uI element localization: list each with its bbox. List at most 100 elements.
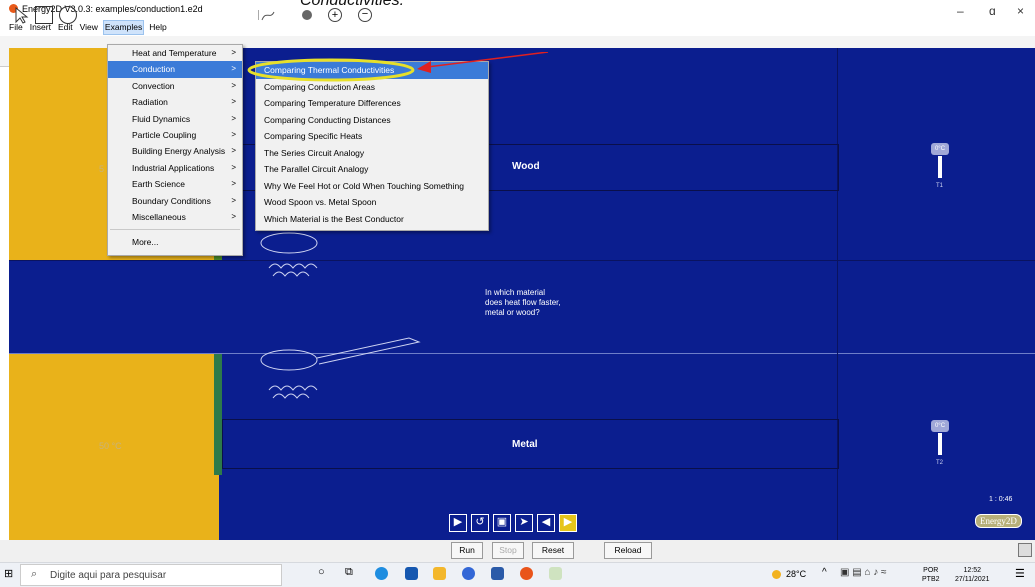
submenu-item[interactable]: The Parallel Circuit Analogy xyxy=(256,161,488,178)
search-icon: ⌕ xyxy=(31,568,38,580)
menu-item-label: Particle Coupling xyxy=(132,129,197,140)
tray-chevron-icon[interactable]: ^ xyxy=(822,567,827,578)
submenu-item[interactable]: Comparing Specific Heats xyxy=(256,128,488,145)
graph-tool-icon[interactable] xyxy=(257,8,278,28)
pointer-icon[interactable]: ➤ xyxy=(515,514,533,532)
menu-item-boundary-conditions[interactable]: Boundary Conditions > xyxy=(108,193,242,209)
submenu-item[interactable]: The Series Circuit Analogy xyxy=(256,145,488,162)
menu-item-fluid-dynamics[interactable]: Fluid Dynamics > xyxy=(108,111,242,127)
question-note: In which material does heat flow faster,… xyxy=(485,288,561,318)
mail-icon[interactable] xyxy=(405,567,418,580)
menu-item-industrial[interactable]: Industrial Applications > xyxy=(108,160,242,176)
menu-item-conduction[interactable]: Conduction > xyxy=(108,61,242,78)
menu-help[interactable]: Help xyxy=(148,21,167,34)
menu-item-label: Fluid Dynamics xyxy=(132,113,191,124)
weather-temp[interactable]: 28°C xyxy=(786,569,806,579)
question-line: In which material xyxy=(485,288,546,297)
menu-item-earth-science[interactable]: Earth Science > xyxy=(108,176,242,192)
figure-caption: Conductivities. xyxy=(300,0,405,9)
submenu-item[interactable]: Comparing Conducting Distances xyxy=(256,112,488,129)
menu-item-label: Radiation xyxy=(132,97,168,108)
rectangle-tool-icon[interactable] xyxy=(35,6,53,24)
minimize-button[interactable]: – xyxy=(957,4,964,18)
language-code: POR xyxy=(923,567,939,574)
language-indicator[interactable]: POR PTB2 xyxy=(922,566,940,584)
chevron-right-icon: > xyxy=(231,113,236,123)
app-icon[interactable] xyxy=(491,567,504,580)
clock-date: 27/11/2021 xyxy=(955,576,990,583)
menu-item-miscellaneous[interactable]: Miscellaneous > xyxy=(108,209,242,225)
submenu-item[interactable]: Why We Feel Hot or Cold When Touching So… xyxy=(256,178,488,195)
close-button[interactable]: × xyxy=(1017,4,1024,18)
chevron-right-icon: > xyxy=(231,162,236,172)
menu-view[interactable]: View xyxy=(79,21,99,34)
energy2d-logo: Energy2D xyxy=(975,514,1022,528)
snapshot-icon[interactable]: ▣ xyxy=(493,514,511,532)
paint-icon[interactable] xyxy=(549,567,562,580)
windows-start-icon[interactable]: ⊞ xyxy=(4,567,13,580)
notification-icon[interactable]: ☰ xyxy=(1015,567,1025,580)
energy2d-taskbar-icon[interactable] xyxy=(520,567,533,580)
clock[interactable]: 12:52 27/11/2021 xyxy=(955,566,990,584)
temp-label-bottom: 50 °C xyxy=(99,441,122,451)
cortana-icon[interactable]: ○ xyxy=(318,566,325,578)
zoom-out-icon[interactable]: − xyxy=(358,8,372,22)
question-line: does heat flow faster, xyxy=(485,298,561,307)
question-line: metal or wood? xyxy=(485,308,540,317)
menu-item-label: Heat and Temperature xyxy=(132,48,217,58)
taskbar-search-input[interactable]: ⌕ Digite aqui para pesquisar xyxy=(20,564,282,586)
chevron-right-icon: > xyxy=(231,64,236,74)
menu-item-heat-temperature[interactable]: Heat and Temperature > xyxy=(108,45,242,61)
chevron-right-icon: > xyxy=(231,146,236,156)
edge-browser-icon[interactable] xyxy=(375,567,388,580)
grid-line xyxy=(9,260,1035,261)
reset-icon[interactable]: ↺ xyxy=(471,514,489,532)
menu-item-building-energy[interactable]: Building Energy Analysis > xyxy=(108,143,242,159)
menu-item-particle-coupling[interactable]: Particle Coupling > xyxy=(108,127,242,143)
chevron-right-icon: > xyxy=(231,48,236,57)
select-tool-icon[interactable] xyxy=(12,5,32,25)
grid-line xyxy=(9,353,1035,354)
menu-item-label: Convection xyxy=(132,80,175,91)
back-icon[interactable]: ◀ xyxy=(537,514,555,532)
annotation-overlay xyxy=(247,52,549,82)
chevron-right-icon: > xyxy=(231,179,236,189)
elapsed-time: 1 : 0:46 xyxy=(989,496,1013,503)
submenu-item[interactable]: Comparing Temperature Differences xyxy=(256,95,488,112)
sensor-tool-icon[interactable] xyxy=(302,10,312,20)
menu-item-label: Miscellaneous xyxy=(132,211,186,222)
stop-button[interactable]: Stop xyxy=(492,542,524,559)
reset-button[interactable]: Reset xyxy=(532,542,574,559)
submenu-item[interactable]: Which Material is the Best Conductor xyxy=(256,211,488,228)
temp-label-top: 5 xyxy=(99,164,105,174)
ellipse-tool-icon[interactable] xyxy=(59,6,77,24)
forward-icon[interactable]: ▶ xyxy=(559,514,577,532)
sensor1-icon[interactable] xyxy=(938,156,942,178)
clock-time: 12:52 xyxy=(963,567,982,574)
menu-bar: File Insert Edit View Examples Help xyxy=(0,20,1035,35)
menu-item-convection[interactable]: Convection > xyxy=(108,78,242,94)
maximize-button[interactable]: ɑ xyxy=(989,4,996,18)
menu-examples[interactable]: Examples xyxy=(102,20,145,35)
menu-separator xyxy=(110,229,240,231)
reload-button[interactable]: Reload xyxy=(604,542,652,559)
highlight-ring xyxy=(247,58,415,82)
file-explorer-icon[interactable] xyxy=(433,567,446,580)
menu-item-more[interactable]: More... xyxy=(108,234,242,250)
chevron-right-icon: > xyxy=(231,80,236,90)
grid-toggle-icon[interactable] xyxy=(1018,543,1032,557)
play-icon[interactable]: ▶ xyxy=(449,514,467,532)
run-button[interactable]: Run xyxy=(451,542,483,559)
task-view-icon[interactable]: ⧉ xyxy=(345,566,353,579)
browser-icon[interactable] xyxy=(462,567,475,580)
menu-item-label: Building Energy Analysis xyxy=(132,146,226,157)
sensor1-reading: 0°C xyxy=(931,143,949,155)
zoom-in-icon[interactable]: + xyxy=(328,8,342,22)
examples-menu: Heat and Temperature > Conduction > Convec… xyxy=(107,44,243,256)
tray-icons[interactable]: ▣ ▤ ⌂ ♪ ≈ xyxy=(840,567,887,578)
menu-item-radiation[interactable]: Radiation > xyxy=(108,94,242,110)
chevron-right-icon: > xyxy=(231,129,236,139)
submenu-item[interactable]: Wood Spoon vs. Metal Spoon xyxy=(256,194,488,211)
search-placeholder: Digite aqui para pesquisar xyxy=(50,570,167,581)
sensor2-icon[interactable] xyxy=(938,433,942,455)
